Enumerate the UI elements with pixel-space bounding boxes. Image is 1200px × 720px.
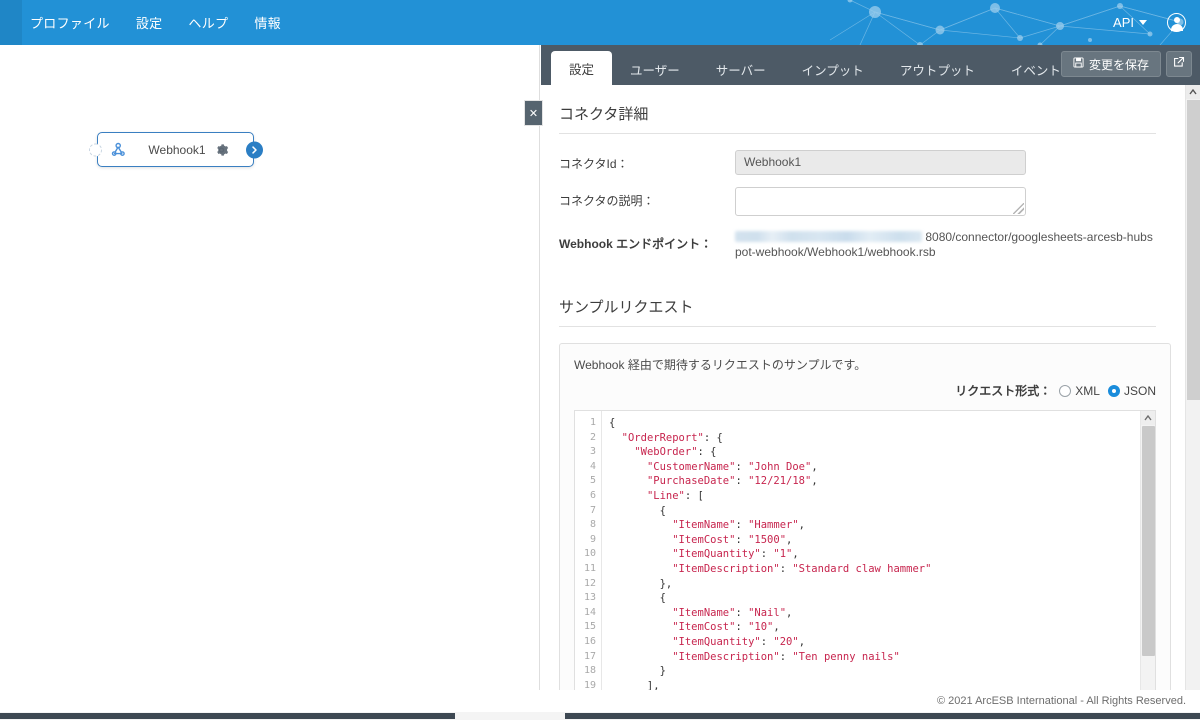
connector-id-row: コネクタId： Webhook1: [559, 150, 1156, 175]
request-format-label: リクエスト形式：: [955, 382, 1051, 399]
code-line-numbers-text: 1 2 3 4 5 6 7 8 9 10 11 12 13 14 15 16 1…: [575, 416, 601, 712]
panel-scroll-body: コネクタ詳細 コネクタId： Webhook1 コネクタの説明： Webhook…: [541, 85, 1200, 712]
connector-description-row: コネクタの説明：: [559, 187, 1156, 216]
webhook-icon: [110, 141, 127, 158]
panel-collapse-button[interactable]: ✕: [524, 100, 543, 126]
code-content-area[interactable]: { "OrderReport": { "WebOrder": { "Custom…: [602, 411, 1140, 712]
sample-request-note: Webhook 経由で期待するリクエストのサンプルです。: [574, 356, 1156, 373]
chevron-down-icon: [1139, 20, 1147, 25]
floppy-disk-icon: [1073, 57, 1084, 71]
nav-help[interactable]: ヘルプ: [188, 13, 228, 32]
window-hscroll-thumb-left[interactable]: [0, 713, 455, 719]
external-link-icon: [1173, 55, 1185, 73]
footer: © 2021 ArcESB International - All Rights…: [0, 690, 1200, 712]
header-nav: プロファイル 設定 ヘルプ 情報: [22, 0, 281, 45]
code-scroll-up-arrow[interactable]: [1141, 411, 1155, 425]
nav-settings[interactable]: 設定: [136, 13, 163, 32]
connector-description-textarea[interactable]: [735, 187, 1026, 216]
sample-request-code-block[interactable]: 1 2 3 4 5 6 7 8 9 10 11 12 13 14 15 16 1…: [574, 410, 1156, 712]
connector-id-label: コネクタId：: [559, 150, 735, 172]
flow-canvas[interactable]: Webhook1: [0, 45, 540, 712]
panel-tab-actions: 変更を保存: [1061, 51, 1192, 77]
api-menu-label: API: [1113, 15, 1134, 30]
gear-icon[interactable]: [214, 142, 229, 157]
radio-json[interactable]: [1108, 385, 1120, 397]
panel-scroll-up-arrow[interactable]: [1186, 85, 1200, 99]
panel-scrollbar[interactable]: [1185, 85, 1200, 712]
chevron-right-icon: [250, 145, 259, 154]
request-format-row: リクエスト形式： XML JSON: [574, 382, 1156, 399]
nav-about[interactable]: 情報: [254, 13, 281, 32]
tab-output[interactable]: アウトプット: [882, 53, 993, 85]
user-avatar-icon[interactable]: [1167, 13, 1186, 32]
tab-settings[interactable]: 設定: [551, 51, 612, 85]
save-changes-button[interactable]: 変更を保存: [1061, 51, 1161, 77]
webhook-endpoint-label: Webhook エンドポイント：: [559, 230, 735, 252]
header-right-actions: API: [1113, 0, 1186, 45]
sample-request-card: Webhook 経由で期待するリクエストのサンプルです。 リクエスト形式： XM…: [559, 343, 1171, 712]
connector-settings-panel: 設定 ユーザー サーバー インプット アウトプット イベント 変更を保存: [541, 45, 1200, 712]
panel-tabbar: 設定 ユーザー サーバー インプット アウトプット イベント 変更を保存: [541, 45, 1200, 85]
radio-xml-label: XML: [1075, 384, 1100, 398]
top-header-bar: プロファイル 設定 ヘルプ 情報 API: [0, 0, 1200, 45]
radio-json-label: JSON: [1124, 384, 1156, 398]
webhook-endpoint-value-wrap[interactable]: 8080/connector/googlesheets-arcesb-hubsp…: [735, 230, 1156, 260]
node-input-port[interactable]: [89, 143, 102, 156]
radio-xml[interactable]: [1059, 385, 1071, 397]
flow-node-webhook1[interactable]: Webhook1: [97, 132, 254, 167]
request-format-option-xml[interactable]: XML: [1059, 384, 1100, 398]
window-horizontal-scrollbar[interactable]: [0, 712, 1200, 720]
code-content: { "OrderReport": { "WebOrder": { "Custom…: [609, 416, 1140, 712]
panel-scroll-thumb[interactable]: [1187, 100, 1200, 400]
tab-server[interactable]: サーバー: [698, 53, 784, 85]
connector-description-label: コネクタの説明：: [559, 187, 735, 209]
code-scroll-thumb[interactable]: [1142, 426, 1155, 656]
request-format-option-json[interactable]: JSON: [1108, 384, 1156, 398]
code-scrollbar[interactable]: [1140, 411, 1155, 712]
tab-input[interactable]: インプット: [784, 53, 882, 85]
save-changes-label: 変更を保存: [1089, 56, 1149, 73]
tab-users[interactable]: ユーザー: [612, 53, 698, 85]
header-left-edge: [0, 0, 22, 45]
window-hscroll-thumb-right[interactable]: [565, 713, 1200, 719]
code-line-numbers: 1 2 3 4 5 6 7 8 9 10 11 12 13 14 15 16 1…: [575, 411, 602, 712]
redacted-host-segment: [735, 231, 922, 242]
close-icon: ✕: [529, 107, 538, 120]
webhook-endpoint-row: Webhook エンドポイント： 8080/connector/googlesh…: [559, 230, 1156, 260]
open-external-button[interactable]: [1166, 51, 1192, 77]
api-menu[interactable]: API: [1113, 15, 1147, 30]
copyright-text: © 2021 ArcESB International - All Rights…: [937, 695, 1186, 707]
flow-node-label: Webhook1: [127, 143, 253, 157]
node-output-port[interactable]: [246, 141, 263, 158]
nav-profile[interactable]: プロファイル: [30, 13, 110, 32]
sample-request-heading: サンプルリクエスト: [559, 296, 1156, 327]
connector-id-input[interactable]: Webhook1: [735, 150, 1026, 175]
connector-details-heading: コネクタ詳細: [559, 103, 1156, 134]
